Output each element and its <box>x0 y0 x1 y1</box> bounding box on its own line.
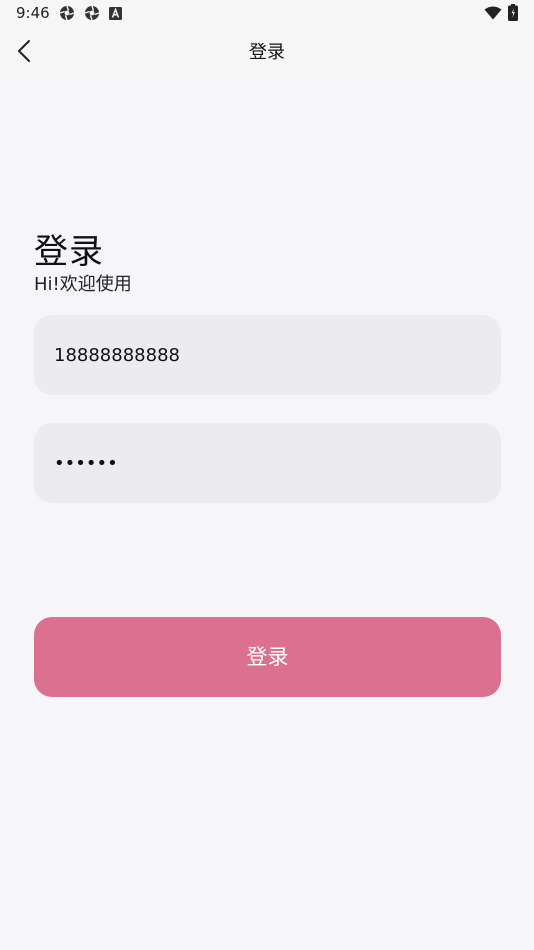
battery-icon <box>508 4 518 21</box>
nav-title: 登录 <box>249 42 285 63</box>
password-field[interactable] <box>34 423 501 503</box>
login-button[interactable]: 登录 <box>34 617 501 697</box>
navigation-bar: 登录 <box>0 28 534 74</box>
phone-field[interactable] <box>34 315 501 395</box>
status-bar: 9:46 <box>0 0 534 28</box>
password-input[interactable] <box>54 423 474 503</box>
phone-input[interactable] <box>54 315 474 395</box>
status-time: 9:46 <box>16 4 50 22</box>
font-a-icon <box>109 7 122 20</box>
welcome-subtitle: Hi!欢迎使用 <box>34 274 132 295</box>
login-heading: 登录 <box>34 232 104 272</box>
aperture-icon <box>84 5 100 21</box>
wifi-icon <box>484 6 502 20</box>
aperture-icon <box>59 5 75 21</box>
